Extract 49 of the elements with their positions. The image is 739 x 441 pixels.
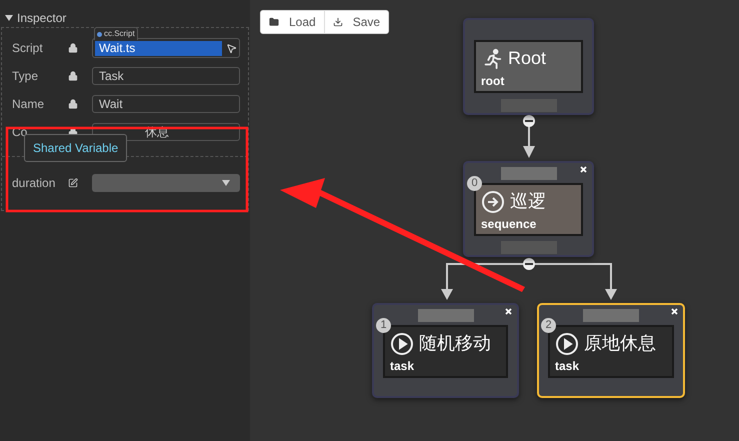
collapse-icon[interactable] xyxy=(523,258,535,270)
panel-title: Inspector xyxy=(17,10,66,27)
lock-icon xyxy=(68,71,78,81)
index-badge: 0 xyxy=(467,176,482,191)
node-type: task xyxy=(555,358,580,375)
node-title: 原地休息 xyxy=(584,332,656,355)
arrow-circle-icon xyxy=(481,190,505,214)
tree-node[interactable]: 随机移动 task 1 xyxy=(372,303,519,398)
node-title: Root xyxy=(508,47,546,70)
field-label: Type xyxy=(12,68,40,85)
collapse-icon[interactable] xyxy=(523,115,535,127)
dropdown-caret-icon xyxy=(222,180,230,186)
node-type: root xyxy=(481,73,506,90)
script-field[interactable]: Wait.ts xyxy=(92,38,240,58)
load-button[interactable]: Load xyxy=(261,11,324,33)
tree-node[interactable]: 原地休息 task 2 xyxy=(537,303,685,398)
close-icon[interactable] xyxy=(505,308,512,315)
field-label: duration xyxy=(12,174,56,192)
folder-icon xyxy=(269,17,279,27)
input-field[interactable]: Task xyxy=(92,67,240,85)
node-title: 巡逻 xyxy=(510,190,546,213)
script-tag: cc.Script xyxy=(94,27,138,40)
lock-icon xyxy=(68,99,78,109)
save-button[interactable]: Save xyxy=(324,11,388,33)
node-type: task xyxy=(390,358,416,375)
play-circle-icon xyxy=(390,332,414,356)
edit-icon[interactable] xyxy=(68,178,78,188)
connector-arrow xyxy=(523,125,535,158)
field-label: Script xyxy=(12,40,44,57)
input-field[interactable]: Wait xyxy=(92,95,240,113)
download-icon xyxy=(332,17,343,27)
tree-node[interactable]: Root root xyxy=(463,18,594,115)
input-port[interactable] xyxy=(500,167,556,180)
caret-icon xyxy=(5,15,13,21)
input-port[interactable] xyxy=(418,309,474,322)
pick-icon[interactable] xyxy=(226,42,237,54)
field-label: Name xyxy=(12,96,46,113)
lock-icon xyxy=(68,43,78,53)
node-title: 随机移动 xyxy=(419,332,491,355)
index-badge: 1 xyxy=(376,318,391,333)
shared-variable-tooltip: Shared Variable xyxy=(24,134,128,162)
tree-node[interactable]: 巡逻 sequence 0 xyxy=(463,161,594,257)
script-value: Wait.ts xyxy=(95,40,222,56)
input-port[interactable] xyxy=(583,309,639,322)
index-badge: 2 xyxy=(541,318,556,333)
close-icon[interactable] xyxy=(671,308,678,315)
play-circle-icon xyxy=(555,332,579,356)
close-icon[interactable] xyxy=(580,166,587,173)
node-type: sequence xyxy=(481,216,538,233)
